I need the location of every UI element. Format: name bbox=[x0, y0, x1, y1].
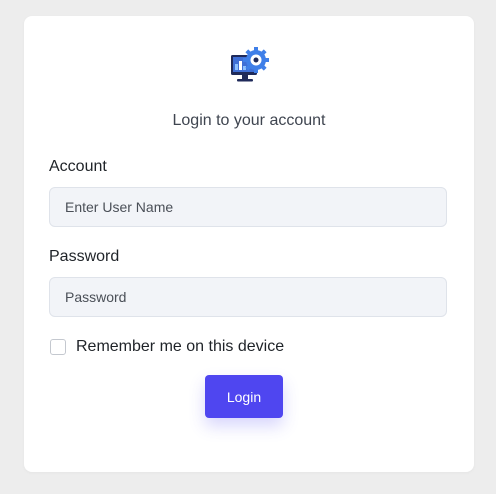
remember-me-label: Remember me on this device bbox=[76, 338, 285, 355]
password-input[interactable] bbox=[49, 277, 447, 317]
remember-me-checkbox[interactable] bbox=[50, 339, 66, 355]
account-label: Account bbox=[49, 158, 107, 175]
remember-me-option[interactable]: Remember me on this device bbox=[49, 338, 284, 356]
page-subtitle: Login to your account bbox=[172, 112, 326, 129]
login-card: Login to your account Account Password R… bbox=[24, 16, 474, 472]
computer-gear-icon bbox=[229, 46, 269, 86]
account-input[interactable] bbox=[49, 187, 447, 227]
password-label: Password bbox=[49, 248, 120, 265]
login-button[interactable]: Login bbox=[205, 375, 283, 418]
